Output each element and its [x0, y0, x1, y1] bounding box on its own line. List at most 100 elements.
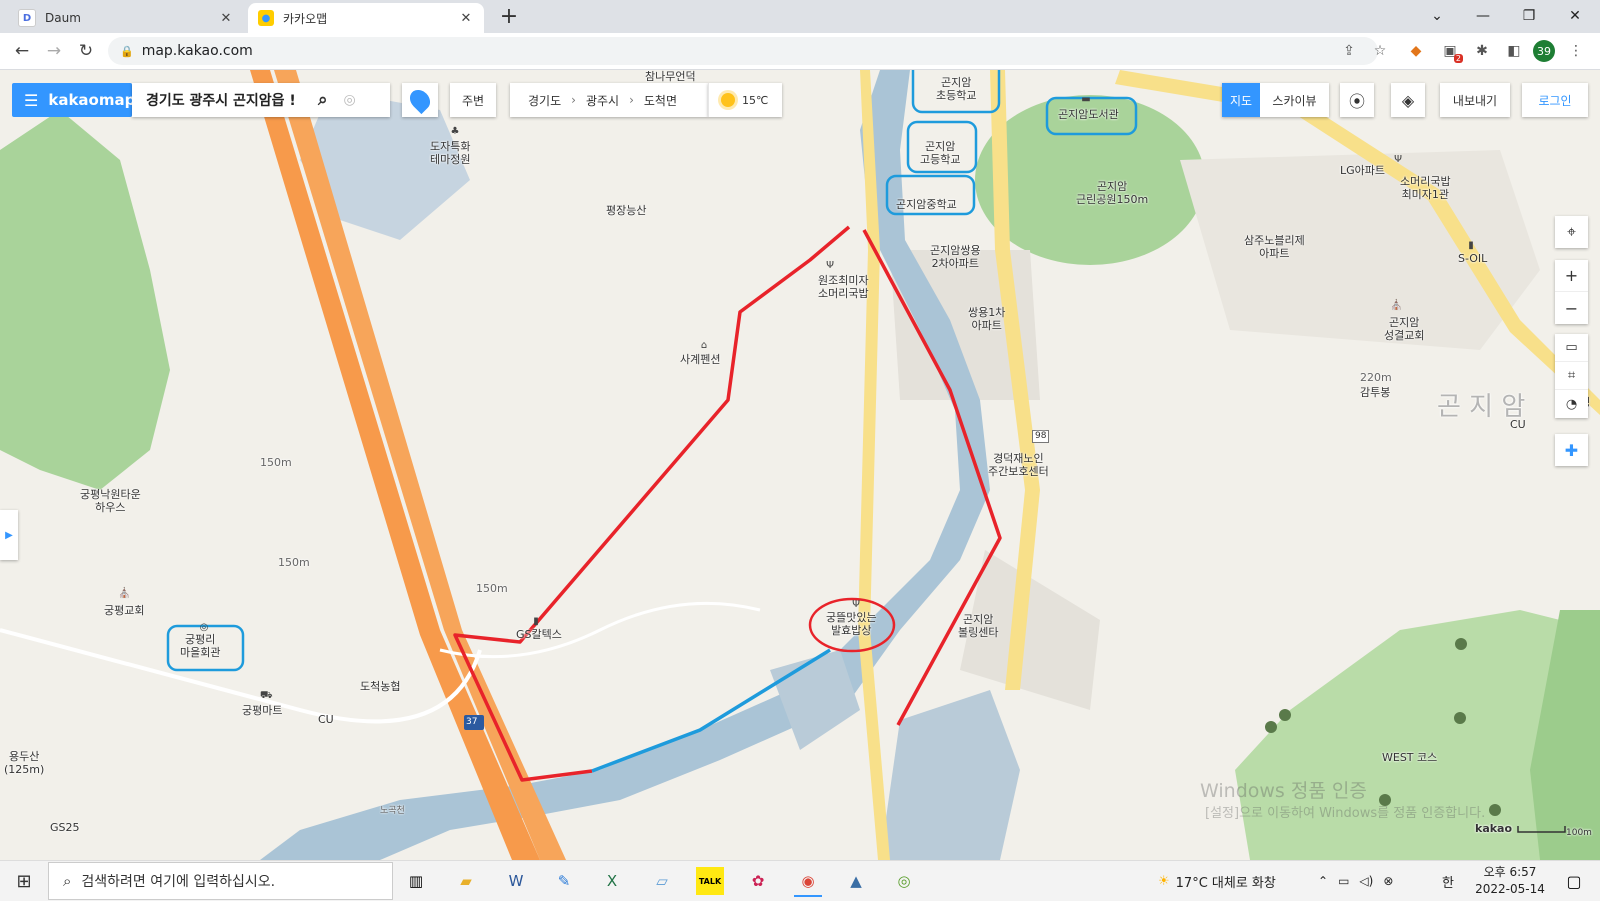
windows-start-icon[interactable]: ⊞: [10, 867, 38, 895]
notification-close-icon[interactable]: ⊗: [1383, 874, 1393, 888]
breadcrumb-district[interactable]: 도척면: [644, 92, 677, 109]
label-doja-garden[interactable]: 도자특화 테마정원: [430, 140, 470, 166]
metamask-extension-icon[interactable]: ◆: [1405, 40, 1427, 62]
label-church-seonggyeol[interactable]: 곤지암 성결교회: [1384, 316, 1424, 342]
kakaomap-logo-menu[interactable]: ☰ kakaomap: [12, 83, 135, 117]
label-gukbap-1[interactable]: 소머리국밥 최미자1관: [1400, 175, 1451, 201]
label-cu-right[interactable]: CU: [1510, 418, 1526, 431]
location-pin-button[interactable]: ⦿: [1340, 83, 1374, 117]
taskbar-weather[interactable]: ☀ 17°C 대체로 화창: [1158, 861, 1276, 901]
library-book-icon[interactable]: ▬: [1080, 94, 1092, 106]
map-type-map[interactable]: 지도: [1222, 83, 1260, 117]
network-icon[interactable]: ▭: [1338, 874, 1349, 888]
system-tray-icons[interactable]: ⌃ ▭ ◁) ⊗: [1318, 861, 1393, 901]
layers-icon[interactable]: ◈: [1391, 83, 1425, 117]
label-restaurant-choimija[interactable]: 원조최미자 소머리국밥: [818, 274, 869, 300]
restaurant-fork-icon[interactable]: Ψ: [1392, 154, 1404, 166]
label-west-course[interactable]: WEST 코스: [1382, 751, 1437, 764]
label-docheok-coop[interactable]: 도척농협: [360, 680, 400, 693]
task-view-icon[interactable]: ▥: [402, 867, 430, 895]
hamburger-menu-icon[interactable]: ☰: [24, 91, 38, 110]
search-icon[interactable]: ⌕: [318, 90, 328, 110]
search-box[interactable]: 경기도 광주시 곤지암읍 ! ⌕ ◎: [132, 83, 390, 117]
tab-kakaomap[interactable]: ● 카카오맵 ✕: [248, 3, 484, 33]
reload-button[interactable]: ↻: [74, 39, 98, 63]
puzzle-extensions-icon[interactable]: ✱: [1471, 40, 1493, 62]
label-gungpyeong-town[interactable]: 궁평낙원타운 하우스: [80, 488, 141, 514]
radius-measure-icon[interactable]: ◔: [1555, 390, 1588, 418]
profile-avatar[interactable]: 39: [1533, 40, 1555, 62]
label-ssangyong1[interactable]: 쌍용1차 아파트: [968, 306, 1005, 332]
restaurant-fork-icon[interactable]: Ψ: [824, 260, 836, 272]
side-panel-icon[interactable]: ◧: [1503, 40, 1525, 62]
label-park[interactable]: 곤지암 근린공원150m: [1076, 180, 1148, 206]
label-target-restaurant[interactable]: 궁뜰맛있는 발효밥상: [826, 611, 877, 637]
share-icon[interactable]: ⇪: [1338, 40, 1360, 62]
word-icon[interactable]: W: [502, 867, 530, 895]
expand-panel-arrow-icon[interactable]: ▶: [0, 510, 18, 560]
new-tab-button[interactable]: +: [496, 4, 522, 30]
label-sagye-pension[interactable]: 사계펜션: [680, 353, 720, 366]
gas-station-icon[interactable]: ▮: [1465, 240, 1477, 252]
close-tab-icon[interactable]: ✕: [218, 11, 234, 26]
departure-pin-button[interactable]: [402, 83, 438, 117]
village-hall-icon[interactable]: ◎: [198, 622, 210, 634]
close-window-button[interactable]: ✕: [1552, 0, 1598, 32]
label-soil[interactable]: S-OIL: [1458, 252, 1487, 265]
breadcrumb-province[interactable]: 경기도: [528, 92, 561, 109]
menu-kebab-icon[interactable]: ⋮: [1565, 40, 1587, 62]
label-elementary-school[interactable]: 곤지암 초등학교: [936, 76, 976, 102]
gas-station-icon[interactable]: ▮: [530, 616, 542, 628]
breadcrumb-city[interactable]: 광주시: [586, 92, 619, 109]
search-input[interactable]: 경기도 광주시 곤지암읍 !: [132, 90, 306, 110]
volume-icon[interactable]: ◁): [1359, 874, 1373, 888]
extension-icon[interactable]: ▣ 2: [1439, 40, 1463, 63]
ruler-icon[interactable]: ▭: [1555, 334, 1588, 362]
label-gungpyeong-mart[interactable]: 궁평마트: [242, 704, 282, 717]
around-button[interactable]: 주변: [450, 83, 496, 117]
pension-house-icon[interactable]: ⌂: [698, 340, 710, 352]
chevron-up-icon[interactable]: ⌃: [1318, 874, 1328, 888]
minimize-button[interactable]: —: [1460, 0, 1506, 32]
label-lg-apt[interactable]: LG아파트: [1340, 164, 1385, 177]
bookmark-star-icon[interactable]: ☆: [1369, 40, 1391, 62]
restaurant-fork-icon[interactable]: Ψ: [850, 599, 862, 611]
label-cu-left[interactable]: CU: [318, 713, 334, 726]
export-button[interactable]: 내보내기: [1440, 83, 1510, 117]
church-icon[interactable]: ⛪: [118, 588, 130, 600]
back-button[interactable]: ←: [10, 39, 34, 63]
taskbar-clock[interactable]: 오후 6:57 2022-05-14: [1470, 864, 1550, 898]
label-high-school[interactable]: 곤지암 고등학교: [920, 140, 960, 166]
label-gungpyeong-church[interactable]: 궁평교회: [104, 604, 144, 617]
label-gs-caltex[interactable]: GS칼텍스: [516, 628, 562, 641]
label-ssangyong2[interactable]: 곤지암쌍용 2차아파트: [930, 244, 981, 270]
login-button[interactable]: 로그인: [1522, 83, 1588, 117]
maximize-button[interactable]: ❐: [1506, 0, 1552, 32]
area-measure-icon[interactable]: ⌗: [1555, 362, 1588, 390]
app-green-icon[interactable]: ◎: [890, 867, 918, 895]
address-bar[interactable]: 🔒 map.kakao.com: [108, 37, 1378, 65]
label-gamtubong[interactable]: 감투봉: [1360, 386, 1390, 399]
taskbar-search[interactable]: ⌕ 검색하려면 여기에 입력하십시오.: [48, 862, 393, 900]
notepad-icon[interactable]: ▱: [648, 867, 676, 895]
forward-button[interactable]: →: [42, 39, 66, 63]
zoom-out-button[interactable]: −: [1555, 292, 1588, 324]
shopping-cart-icon[interactable]: ⛟: [260, 690, 273, 702]
label-bowling-center[interactable]: 곤지암 볼링센타: [958, 613, 998, 639]
excel-icon[interactable]: X: [598, 867, 626, 895]
label-library[interactable]: 곤지암도서관: [1058, 108, 1119, 121]
hancom-icon[interactable]: ✎: [550, 867, 578, 895]
photos-icon[interactable]: ▲: [842, 867, 870, 895]
file-explorer-icon[interactable]: ▰: [452, 867, 480, 895]
map-type-skyview[interactable]: 스카이뷰: [1260, 83, 1329, 117]
add-place-pin-icon[interactable]: ✚: [1555, 434, 1588, 466]
label-yongdusan[interactable]: 용두산 (125m): [4, 750, 44, 776]
label-middle-school[interactable]: 곤지암중학교: [896, 198, 957, 211]
check-circle-icon[interactable]: ◎: [344, 92, 356, 108]
church-icon[interactable]: ⛪: [1390, 300, 1402, 312]
chrome-icon[interactable]: ◉: [794, 867, 822, 897]
locate-me-icon[interactable]: ⌖: [1555, 216, 1588, 248]
label-gs25[interactable]: GS25: [50, 821, 80, 834]
lock-icon[interactable]: 🔒: [120, 45, 134, 58]
zoom-in-button[interactable]: +: [1555, 260, 1588, 292]
